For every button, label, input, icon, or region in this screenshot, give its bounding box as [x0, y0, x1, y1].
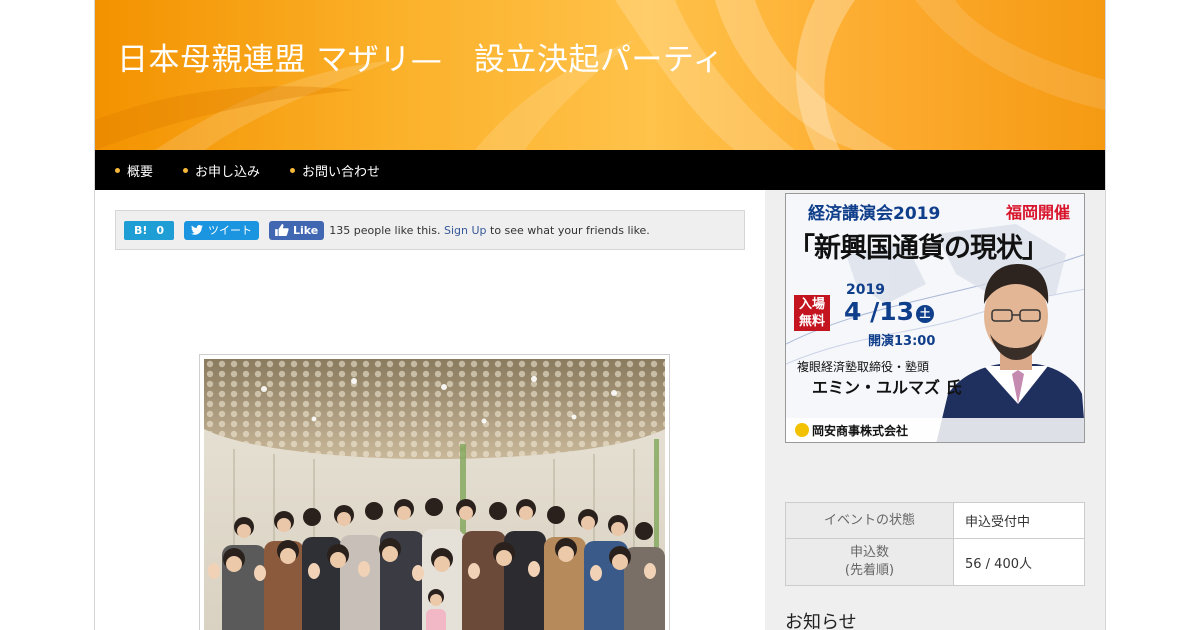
twitter-bird-icon [191, 225, 203, 235]
tweet-button[interactable]: ツイート [184, 220, 259, 240]
facebook-like-text: 135 people like this. Sign Up to see wha… [329, 224, 650, 237]
nav-item-apply[interactable]: お申し込み [183, 161, 260, 180]
share-bar: B! 0 ツイート Like 135 people like this. Sig… [115, 210, 745, 250]
event-group-photo [204, 359, 665, 630]
tweet-label: ツイート [208, 224, 252, 237]
banner-speaker-name: エミン・ユルマズ 氏 [812, 378, 962, 397]
free-badge-line1: 入場 [798, 297, 825, 312]
thumbs-up-icon [275, 224, 289, 236]
fb-count-text: 135 people like this. [329, 223, 441, 237]
facebook-like-button[interactable]: Like [269, 220, 325, 240]
banner-company: 岡安商事株式会社 [812, 424, 909, 438]
count-value: 56 / 400人 [953, 538, 1085, 586]
count-label: 申込数 (先着順) [785, 538, 954, 586]
nav-item-label: お問い合わせ [302, 164, 381, 180]
main-nav: 概要 お申し込み お問い合わせ [95, 150, 1105, 190]
status-label: イベントの状態 [785, 502, 954, 539]
banner-main-title: 「新興国通貨の現状」 [788, 233, 1049, 264]
fb-signup-link[interactable]: Sign Up [444, 224, 487, 237]
fb-after-text: to see what your friends like. [490, 223, 650, 237]
page-container: 日本母親連盟 マザリ— 設立決起パーティ 概要 お申し込み お問い合わせ B! … [94, 0, 1106, 630]
count-label-line1: 申込数 [849, 545, 889, 560]
banner-free-badge: 入場 無料 [794, 295, 830, 331]
banner-start-time: 開演13:00 [868, 334, 936, 349]
nav-item-label: 概要 [127, 164, 154, 180]
hatena-b-icon: B! [133, 223, 148, 237]
status-value: 申込受付中 [953, 502, 1085, 539]
bullet-icon [115, 167, 120, 173]
nav-item-overview[interactable]: 概要 [115, 161, 153, 180]
site-title[interactable]: 日本母親連盟 マザリ— 設立決起パーティ [117, 34, 724, 79]
banner-weekday: 土 [916, 305, 934, 323]
site-header: 日本母親連盟 マザリ— 設立決起パーティ [95, 0, 1105, 150]
table-row: イベントの状態 申込受付中 [785, 502, 1085, 539]
bullet-icon [290, 167, 296, 173]
banner-date: 4 /13 [844, 297, 915, 326]
hatena-bookmark-button[interactable]: B! 0 [124, 220, 174, 240]
bullet-icon [183, 167, 189, 173]
banner-year: 2019 [846, 282, 885, 298]
lecture-banner-ad[interactable]: 経済講演会2019 福岡開催 「新興国通貨の現状」 入場 無料 2019 4 /… [785, 193, 1085, 443]
hatena-count: 0 [156, 223, 165, 237]
banner-location: 福岡開催 [1005, 203, 1070, 222]
sidebar: 経済講演会2019 福岡開催 「新興国通貨の現状」 入場 無料 2019 4 /… [765, 190, 1105, 630]
banner-lecture-title: 経済講演会2019 [808, 204, 941, 224]
count-label-line2: (先着順) [844, 563, 895, 578]
news-heading: お知らせ [785, 612, 857, 630]
main-content: B! 0 ツイート Like 135 people like this. Sig… [95, 190, 765, 630]
nav-item-label: お申し込み [195, 164, 261, 180]
nav-item-contact[interactable]: お問い合わせ [290, 161, 380, 180]
event-photo-frame [199, 354, 670, 630]
group-photo-illustration [204, 359, 665, 630]
free-badge-line2: 無料 [798, 314, 825, 329]
table-row: 申込数 (先着順) 56 / 400人 [785, 538, 1085, 586]
event-info-table: イベントの状態 申込受付中 申込数 (先着順) 56 / 400人 [785, 502, 1085, 586]
like-label: Like [293, 223, 319, 237]
banner-speaker-role: 複眼経済塾取締役・塾頭 [797, 360, 930, 374]
company-logo-icon [795, 423, 809, 437]
